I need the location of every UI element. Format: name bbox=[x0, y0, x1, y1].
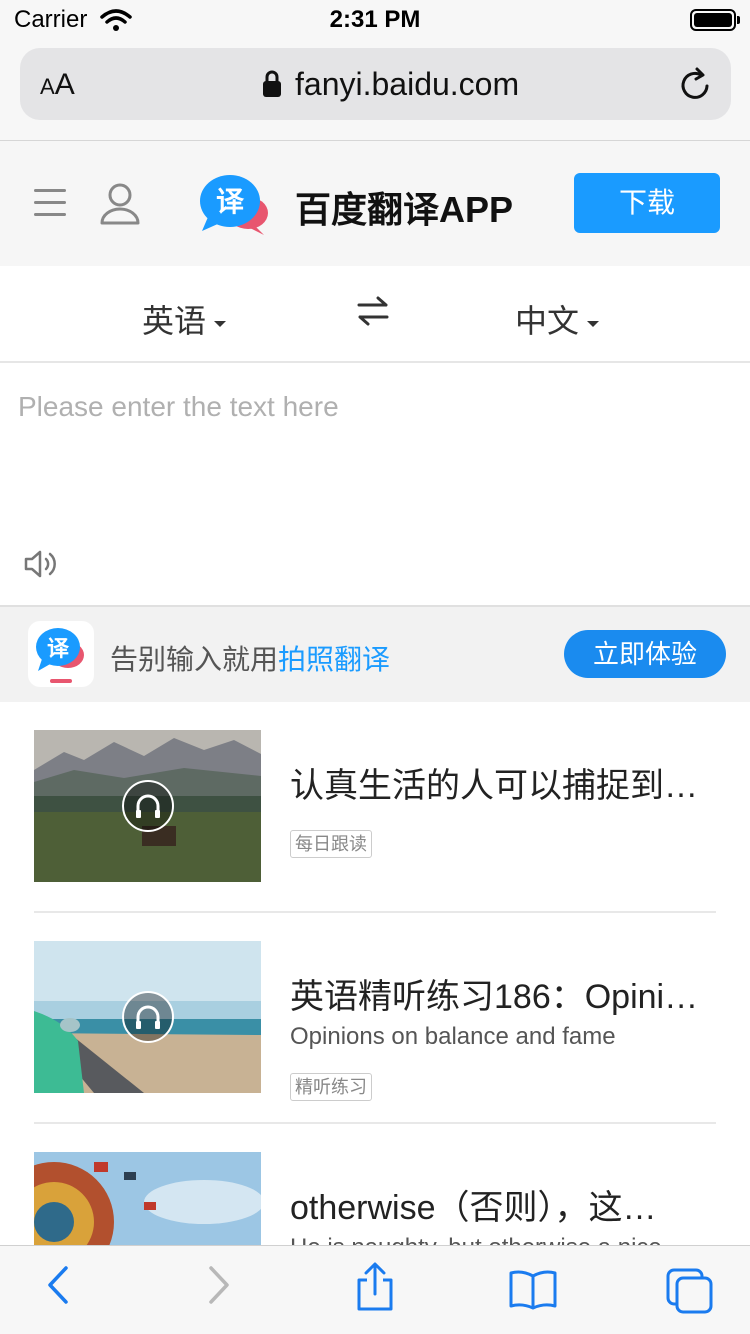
feed-item[interactable]: otherwise（否则），这… He is naughty, but othe… bbox=[34, 1124, 716, 1245]
feed-item-title: 英语精听练习186：Opini… bbox=[290, 978, 699, 1016]
headphones-icon bbox=[122, 780, 174, 832]
reload-icon[interactable] bbox=[679, 66, 713, 107]
content-feed: 认真生活的人可以捕捉到… 每日跟读 英语精听练习186：Opini… Opini… bbox=[0, 702, 750, 1245]
battery-icon bbox=[690, 9, 740, 31]
app-logo-glyph: 译 bbox=[216, 185, 245, 218]
feed-item-title: otherwise（否则），这… bbox=[290, 1189, 657, 1227]
feed-item[interactable]: 英语精听练习186：Opini… Opinions on balance and… bbox=[34, 913, 716, 1124]
share-icon[interactable] bbox=[354, 1262, 396, 1317]
tabs-icon[interactable] bbox=[666, 1268, 714, 1319]
feed-item[interactable]: 认真生活的人可以捕捉到… 每日跟读 bbox=[34, 702, 716, 913]
language-bar: 英语 中文 bbox=[0, 266, 750, 363]
target-language-select[interactable]: 中文 bbox=[515, 296, 600, 342]
lock-icon bbox=[262, 70, 282, 103]
promo-banner: 译 告别输入就用拍照翻译 立即体验 bbox=[0, 607, 750, 702]
feed-item-subtitle: Opinions on balance and fame bbox=[290, 1023, 616, 1050]
feed-item-subtitle: He is naughty, but otherwise a nice … bbox=[290, 1234, 714, 1245]
promo-app-logo: 译 bbox=[28, 621, 94, 687]
feed-item-tag: 精听练习 bbox=[290, 1073, 372, 1101]
forward-icon[interactable] bbox=[205, 1264, 233, 1311]
bookmarks-icon[interactable] bbox=[508, 1268, 558, 1315]
clock: 2:31 PM bbox=[329, 6, 421, 33]
site-header: 译 百度翻译APP 下载 bbox=[0, 141, 750, 266]
user-icon[interactable] bbox=[98, 181, 142, 230]
promo-logo-glyph: 译 bbox=[47, 637, 70, 662]
target-language-label: 中文 bbox=[515, 303, 580, 339]
feed-thumbnail bbox=[34, 730, 261, 882]
translate-input[interactable] bbox=[18, 391, 718, 541]
feed-thumbnail bbox=[34, 941, 261, 1093]
headphones-icon bbox=[122, 991, 174, 1043]
feed-thumbnail bbox=[34, 1152, 261, 1245]
browser-top-bar: AA fanyi.baidu.com bbox=[0, 40, 750, 141]
promo-text: 告别输入就用拍照翻译 bbox=[110, 644, 391, 675]
caret-down-icon bbox=[587, 320, 600, 327]
address-bar[interactable]: AA fanyi.baidu.com bbox=[20, 48, 731, 120]
download-button[interactable]: 下载 bbox=[574, 173, 720, 233]
feed-item-tag: 每日跟读 bbox=[290, 830, 372, 858]
try-now-button[interactable]: 立即体验 bbox=[564, 630, 726, 678]
app-logo: 译 bbox=[198, 173, 270, 242]
status-bar: Carrier 2:31 PM bbox=[0, 0, 750, 40]
app-title: 百度翻译APP bbox=[295, 189, 514, 230]
promo-highlight[interactable]: 拍照翻译 bbox=[278, 644, 390, 675]
swap-languages-icon[interactable] bbox=[356, 296, 390, 331]
feed-item-title: 认真生活的人可以捕捉到… bbox=[290, 767, 698, 805]
url-text[interactable]: fanyi.baidu.com bbox=[295, 66, 519, 103]
speaker-icon[interactable] bbox=[22, 547, 60, 586]
caret-down-icon bbox=[214, 320, 227, 327]
menu-icon[interactable] bbox=[34, 189, 66, 217]
source-language-select[interactable]: 英语 bbox=[142, 296, 227, 342]
input-area bbox=[0, 363, 750, 607]
browser-toolbar bbox=[0, 1245, 750, 1334]
back-icon[interactable] bbox=[44, 1264, 72, 1311]
text-size-button[interactable]: AA bbox=[40, 68, 75, 102]
source-language-label: 英语 bbox=[142, 303, 207, 339]
